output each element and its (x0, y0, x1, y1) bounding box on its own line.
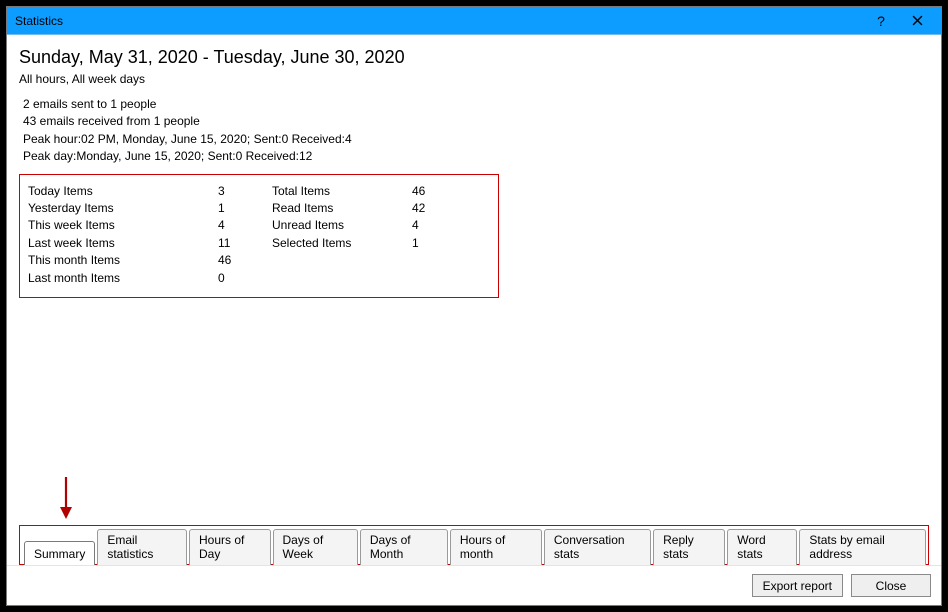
dialog-footer: Export report Close (7, 565, 941, 605)
tab-conversation-stats[interactable]: Conversation stats (544, 529, 651, 565)
summary-peak-hour: Peak hour:02 PM, Monday, June 15, 2020; … (23, 131, 929, 148)
tab-word-stats[interactable]: Word stats (727, 529, 797, 565)
tab-bar: Summary Email statistics Hours of Day Da… (19, 525, 929, 565)
titlebar: Statistics ? (7, 7, 941, 35)
close-window-button[interactable] (899, 7, 935, 34)
filters-line: All hours, All week days (19, 72, 929, 86)
stats-box: Today Items Yesterday Items This week It… (19, 174, 499, 298)
stat-label: Total Items (272, 183, 412, 200)
stat-label: This week Items (28, 217, 218, 234)
stat-value: 3 (218, 183, 272, 200)
tab-hours-of-day[interactable]: Hours of Day (189, 529, 270, 565)
tab-hours-of-month[interactable]: Hours of month (450, 529, 542, 565)
tab-days-of-week[interactable]: Days of Week (273, 529, 358, 565)
date-range-title: Sunday, May 31, 2020 - Tuesday, June 30,… (19, 47, 929, 68)
stat-label: Selected Items (272, 235, 412, 252)
stat-value: 1 (218, 200, 272, 217)
summary-peak-day: Peak day:Monday, June 15, 2020; Sent:0 R… (23, 148, 929, 165)
stat-value: 46 (218, 252, 272, 269)
stat-label: Last week Items (28, 235, 218, 252)
stat-value: 0 (218, 270, 272, 287)
stat-label: Read Items (272, 200, 412, 217)
stat-label: Unread Items (272, 217, 412, 234)
stat-value: 42 (412, 200, 452, 217)
tab-summary[interactable]: Summary (24, 541, 95, 565)
summary-lines: 2 emails sent to 1 people 43 emails rece… (19, 96, 929, 166)
stat-value: 4 (412, 217, 452, 234)
stat-label: Yesterday Items (28, 200, 218, 217)
statistics-window: Statistics ? Sunday, May 31, 2020 - Tues… (6, 6, 942, 606)
stat-value: 46 (412, 183, 452, 200)
summary-sent: 2 emails sent to 1 people (23, 96, 929, 113)
stat-value: 4 (218, 217, 272, 234)
export-report-button[interactable]: Export report (752, 574, 843, 597)
tab-stats-by-email[interactable]: Stats by email address (799, 529, 926, 565)
summary-received: 43 emails received from 1 people (23, 113, 929, 130)
close-button[interactable]: Close (851, 574, 931, 597)
tab-reply-stats[interactable]: Reply stats (653, 529, 725, 565)
tab-days-of-month[interactable]: Days of Month (360, 529, 448, 565)
tab-email-statistics[interactable]: Email statistics (97, 529, 187, 565)
window-title: Statistics (15, 14, 863, 28)
stat-label: This month Items (28, 252, 218, 269)
help-button[interactable]: ? (863, 7, 899, 34)
stat-value: 1 (412, 235, 452, 252)
stat-value: 11 (218, 235, 272, 252)
stat-label: Today Items (28, 183, 218, 200)
close-icon (912, 15, 923, 26)
stat-label: Last month Items (28, 270, 218, 287)
